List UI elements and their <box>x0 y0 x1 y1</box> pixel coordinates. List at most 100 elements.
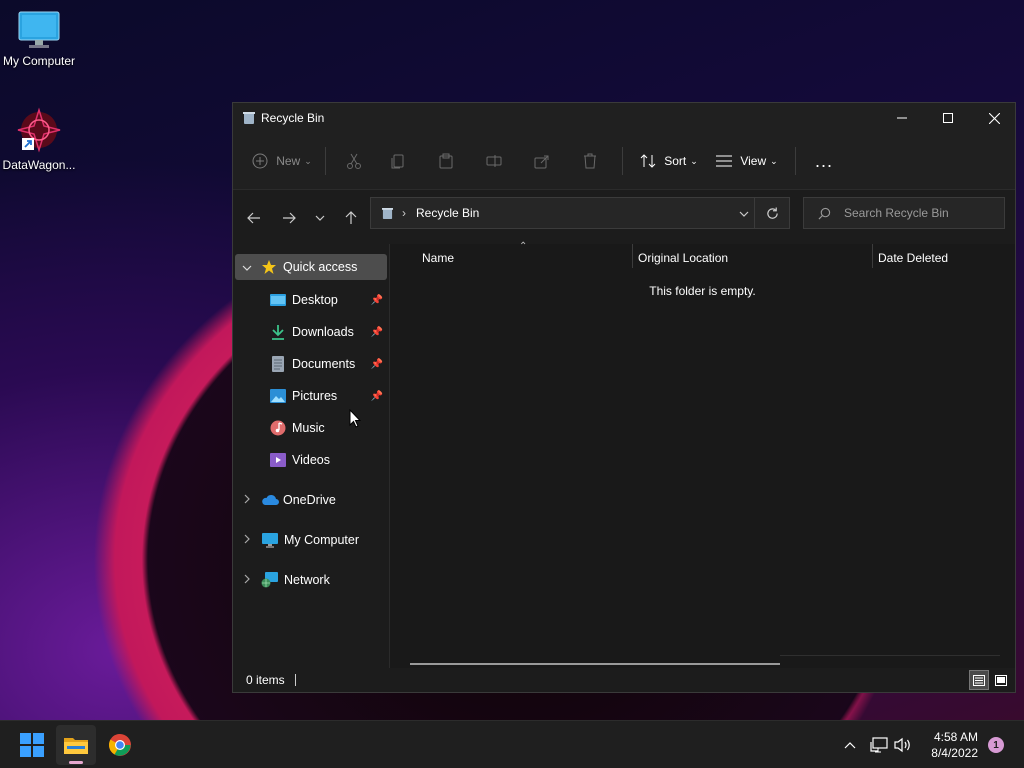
breadcrumb-recycle-bin[interactable]: Recycle Bin <box>416 206 479 220</box>
sort-button[interactable]: Sort ⌄ <box>631 145 707 177</box>
copy-button[interactable] <box>374 145 422 177</box>
recycle-bin-icon <box>382 207 393 219</box>
network-icon <box>261 572 278 588</box>
minimize-button[interactable] <box>879 103 925 133</box>
up-button[interactable] <box>335 202 367 234</box>
chevron-down-icon: ⌄ <box>690 155 698 166</box>
maximize-button[interactable] <box>925 103 971 133</box>
close-button[interactable] <box>971 103 1017 133</box>
scrollbar-track <box>780 655 1000 656</box>
nav-quick-access[interactable]: Quick access <box>235 254 387 280</box>
forward-button[interactable] <box>273 202 305 234</box>
view-list-icon <box>716 155 733 167</box>
desktop-icon-my-computer[interactable]: My Computer <box>0 10 78 68</box>
status-bar: 0 items <box>233 668 1015 692</box>
nav-documents[interactable]: Documents 📌 <box>235 351 387 377</box>
music-icon <box>270 420 286 436</box>
empty-folder-message: This folder is empty. <box>649 284 756 298</box>
nav-onedrive[interactable]: OneDrive <box>235 487 387 513</box>
new-button[interactable]: New ⌄ <box>247 145 317 177</box>
nav-label: Videos <box>292 453 330 467</box>
file-explorer-window: Recycle Bin New ⌄ Sort ⌄ View ⌄ ... › Re… <box>232 102 1016 693</box>
clock-date: 8/4/2022 <box>931 746 978 760</box>
window-title: Recycle Bin <box>261 111 325 125</box>
column-header-date-deleted[interactable]: Date Deleted <box>878 244 1008 272</box>
nav-music[interactable]: Music <box>235 415 387 441</box>
pin-icon[interactable]: 📌 <box>371 359 383 370</box>
search-icon <box>818 207 831 219</box>
chevron-right-icon <box>244 493 252 507</box>
new-label: New <box>276 154 301 168</box>
back-button[interactable] <box>238 202 270 234</box>
desktop-icon-datawagon[interactable]: DataWagon... <box>0 106 78 172</box>
nav-network[interactable]: Network <box>235 567 387 593</box>
rename-button[interactable] <box>470 145 518 177</box>
title-bar[interactable]: Recycle Bin <box>233 103 1015 133</box>
large-icons-view-icon <box>995 674 1007 686</box>
nav-videos[interactable]: Videos <box>235 447 387 473</box>
chevron-right-icon <box>244 533 252 547</box>
column-divider[interactable] <box>632 244 633 268</box>
column-divider[interactable] <box>872 244 873 268</box>
folder-icon <box>64 738 88 754</box>
arrow-up-icon <box>345 210 357 224</box>
taskbar-chrome[interactable] <box>100 725 140 765</box>
pin-icon[interactable]: 📌 <box>371 327 383 338</box>
more-icon: ... <box>814 150 833 171</box>
column-header-original-location[interactable]: Original Location <box>638 244 868 272</box>
delete-button[interactable] <box>566 145 614 177</box>
nav-downloads[interactable]: Downloads 📌 <box>235 319 387 345</box>
datawagon-shortcut-icon <box>17 107 61 153</box>
arrow-right-icon <box>283 212 296 223</box>
address-bar[interactable]: › Recycle Bin <box>370 197 790 229</box>
paste-button[interactable] <box>422 145 470 177</box>
refresh-button[interactable] <box>754 198 789 228</box>
large-icons-view-button[interactable] <box>991 670 1011 690</box>
document-icon <box>272 356 284 372</box>
speaker-icon <box>894 737 910 753</box>
nav-my-computer[interactable]: My Computer <box>235 527 387 553</box>
windows-logo-icon <box>20 733 44 757</box>
column-header-name[interactable]: Name <box>422 244 632 272</box>
cut-button[interactable] <box>334 145 374 177</box>
clipboard-icon <box>439 153 453 169</box>
pin-icon[interactable]: 📌 <box>371 295 383 306</box>
nav-pictures[interactable]: Pictures 📌 <box>235 383 387 409</box>
recent-locations-button[interactable] <box>305 202 335 234</box>
pictures-icon <box>270 389 286 403</box>
desktop-icon-label: My Computer <box>2 54 76 68</box>
recycle-bin-icon <box>243 112 255 124</box>
file-list[interactable]: ⌃ Name Original Location Date Deleted Th… <box>390 241 1015 668</box>
chevron-down-icon: ⌄ <box>770 155 778 166</box>
details-view-button[interactable] <box>969 670 989 690</box>
nav-desktop[interactable]: Desktop 📌 <box>235 287 387 313</box>
nav-label: Downloads <box>292 325 354 339</box>
view-button[interactable]: View ⌄ <box>707 145 787 177</box>
start-button[interactable] <box>12 725 52 765</box>
maximize-icon <box>943 113 953 123</box>
monitor-icon <box>262 532 278 548</box>
more-options-button[interactable]: ... <box>804 145 844 177</box>
toolbar-separator <box>622 147 623 175</box>
sort-label: Sort <box>664 154 687 168</box>
notification-badge[interactable]: 1 <box>988 737 1004 753</box>
share-button[interactable] <box>518 145 566 177</box>
breadcrumb-chevron-icon: › <box>402 206 406 220</box>
pin-icon[interactable]: 📌 <box>371 391 383 402</box>
search-box[interactable]: Search Recycle Bin <box>803 197 1005 229</box>
download-icon <box>272 325 284 340</box>
address-history-button[interactable] <box>739 206 749 220</box>
chevron-down-icon <box>242 260 252 274</box>
view-label: View <box>740 154 767 168</box>
nav-label: OneDrive <box>283 493 336 507</box>
taskbar-file-explorer[interactable] <box>56 725 96 765</box>
column-label: Date Deleted <box>878 251 949 265</box>
horizontal-scrollbar[interactable] <box>410 663 780 665</box>
clock[interactable]: 4:58 AM 8/4/2022 <box>931 729 978 761</box>
show-hidden-icons-button[interactable] <box>840 735 860 755</box>
network-status-button[interactable] <box>868 735 890 755</box>
active-app-indicator <box>69 761 83 764</box>
nav-label: Quick access <box>283 260 358 274</box>
volume-button[interactable] <box>892 735 914 755</box>
mouse-cursor-icon <box>349 409 361 428</box>
